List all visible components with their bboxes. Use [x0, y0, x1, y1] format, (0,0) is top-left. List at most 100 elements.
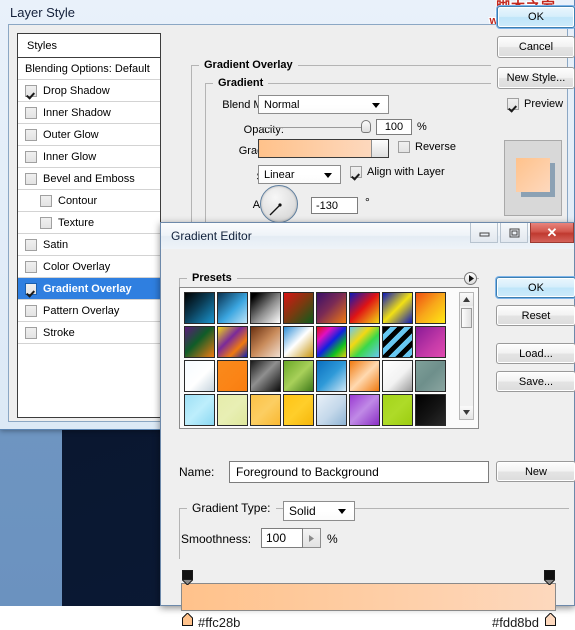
align-with-layer-row[interactable]: Align with Layer — [350, 166, 445, 178]
preset-swatch[interactable] — [283, 360, 314, 392]
minimize-button[interactable] — [470, 223, 498, 243]
preset-swatch[interactable] — [217, 326, 248, 358]
preset-swatch[interactable] — [349, 292, 380, 324]
cancel-button[interactable]: Cancel — [497, 36, 575, 58]
opacity-stop-left[interactable] — [181, 570, 194, 586]
preview-checkbox[interactable] — [507, 98, 519, 110]
preset-swatch[interactable] — [316, 394, 347, 426]
preset-swatch[interactable] — [250, 326, 281, 358]
gradient-dropdown-button[interactable] — [371, 140, 388, 157]
ge-reset-button[interactable]: Reset — [496, 305, 575, 326]
preset-swatch[interactable] — [283, 326, 314, 358]
preset-swatch[interactable] — [184, 360, 215, 392]
preset-swatch[interactable] — [217, 292, 248, 324]
opacity-stop-right[interactable] — [543, 570, 556, 586]
styles-list-item[interactable]: Contour — [18, 190, 160, 212]
gradient-strip[interactable] — [181, 583, 556, 611]
style-enable-checkbox[interactable] — [40, 216, 52, 229]
styles-list-item[interactable]: Texture — [18, 212, 160, 234]
styles-list-item[interactable]: Gradient Overlay — [18, 278, 160, 300]
preset-swatch[interactable] — [316, 360, 347, 392]
opacity-slider[interactable] — [261, 120, 371, 134]
styles-list-item[interactable]: Inner Glow — [18, 146, 160, 168]
preset-swatch[interactable] — [415, 326, 446, 358]
angle-input[interactable]: -130 — [311, 197, 358, 214]
name-input[interactable]: Foreground to Background — [229, 461, 489, 483]
align-with-layer-checkbox[interactable] — [350, 166, 362, 178]
preset-swatch[interactable] — [184, 326, 215, 358]
style-enable-checkbox[interactable] — [25, 238, 37, 251]
preset-swatch[interactable] — [415, 360, 446, 392]
style-enable-checkbox[interactable] — [25, 106, 37, 119]
preset-swatch[interactable] — [217, 394, 248, 426]
scroll-down-button[interactable] — [460, 406, 473, 419]
preset-swatch[interactable] — [382, 394, 413, 426]
angle-dial[interactable] — [260, 185, 298, 223]
preset-swatch[interactable] — [217, 360, 248, 392]
preview-checkbox-row[interactable]: Preview — [497, 98, 575, 110]
gradient-type-dropdown[interactable]: Solid — [283, 501, 355, 521]
presets-swatch-grid[interactable] — [184, 292, 448, 428]
color-stop-left[interactable] — [182, 612, 193, 626]
preset-swatch[interactable] — [415, 394, 446, 426]
close-button[interactable]: ✕ — [530, 223, 574, 243]
style-enable-checkbox[interactable] — [25, 150, 37, 163]
style-enable-checkbox[interactable] — [40, 194, 52, 207]
presets-scrollbar[interactable] — [459, 292, 474, 420]
preset-swatch[interactable] — [316, 292, 347, 324]
opacity-input[interactable]: 100 — [376, 119, 412, 135]
preset-swatch[interactable] — [250, 360, 281, 392]
styles-list-item[interactable]: Stroke — [18, 322, 160, 344]
blend-mode-dropdown[interactable]: Normal — [258, 95, 389, 114]
styles-list-item[interactable]: Satin — [18, 234, 160, 256]
preset-swatch[interactable] — [184, 394, 215, 426]
presets-menu-button[interactable] — [464, 272, 477, 285]
preset-swatch[interactable] — [283, 292, 314, 324]
gradient-picker[interactable] — [258, 139, 389, 158]
gradient-swatch[interactable] — [259, 140, 371, 157]
new-style-button[interactable]: New Style... — [497, 67, 575, 89]
preset-swatch[interactable] — [250, 394, 281, 426]
ge-load-button[interactable]: Load... — [496, 343, 575, 364]
style-enable-checkbox[interactable] — [25, 326, 37, 339]
preset-swatch[interactable] — [316, 326, 347, 358]
preset-swatch[interactable] — [250, 292, 281, 324]
preset-swatch[interactable] — [382, 292, 413, 324]
preset-swatch[interactable] — [349, 360, 380, 392]
preset-swatch[interactable] — [349, 394, 380, 426]
reverse-checkbox[interactable] — [398, 141, 410, 153]
preset-swatch[interactable] — [382, 326, 413, 358]
style-enable-checkbox[interactable] — [25, 304, 37, 317]
gradient-editor-titlebar[interactable]: Gradient Editor ✕ — [161, 223, 574, 249]
ge-new-button[interactable]: New — [496, 461, 575, 482]
color-stop-right[interactable] — [545, 612, 556, 626]
presets-list[interactable] — [179, 287, 479, 429]
styles-list-item[interactable]: Color Overlay — [18, 256, 160, 278]
style-dropdown[interactable]: Linear — [258, 165, 341, 184]
ok-button[interactable]: OK — [497, 6, 575, 28]
preset-swatch[interactable] — [382, 360, 413, 392]
maximize-button[interactable] — [500, 223, 528, 243]
ge-ok-button[interactable]: OK — [496, 277, 575, 298]
preset-swatch[interactable] — [415, 292, 446, 324]
smoothness-dropdown-button[interactable] — [303, 528, 321, 548]
styles-list-item[interactable]: Bevel and Emboss — [18, 168, 160, 190]
preset-swatch[interactable] — [283, 394, 314, 426]
styles-list-item[interactable]: Drop Shadow — [18, 80, 160, 102]
preset-swatch[interactable] — [349, 326, 380, 358]
preset-swatch[interactable] — [184, 292, 215, 324]
scrollbar-thumb[interactable] — [461, 308, 472, 328]
style-enable-checkbox[interactable] — [25, 282, 37, 295]
reverse-checkbox-row[interactable]: Reverse — [398, 141, 456, 153]
scroll-up-button[interactable] — [460, 293, 473, 306]
smoothness-input[interactable]: 100 — [261, 528, 303, 548]
styles-list-item[interactable]: Inner Shadow — [18, 102, 160, 124]
style-enable-checkbox[interactable] — [25, 84, 37, 97]
opacity-slider-knob[interactable] — [361, 120, 371, 133]
styles-list-item[interactable]: Outer Glow — [18, 124, 160, 146]
ge-save-button[interactable]: Save... — [496, 371, 575, 392]
styles-list-item[interactable]: Blending Options: Default — [18, 58, 160, 80]
styles-list-item[interactable]: Pattern Overlay — [18, 300, 160, 322]
style-enable-checkbox[interactable] — [25, 128, 37, 141]
style-enable-checkbox[interactable] — [25, 172, 37, 185]
